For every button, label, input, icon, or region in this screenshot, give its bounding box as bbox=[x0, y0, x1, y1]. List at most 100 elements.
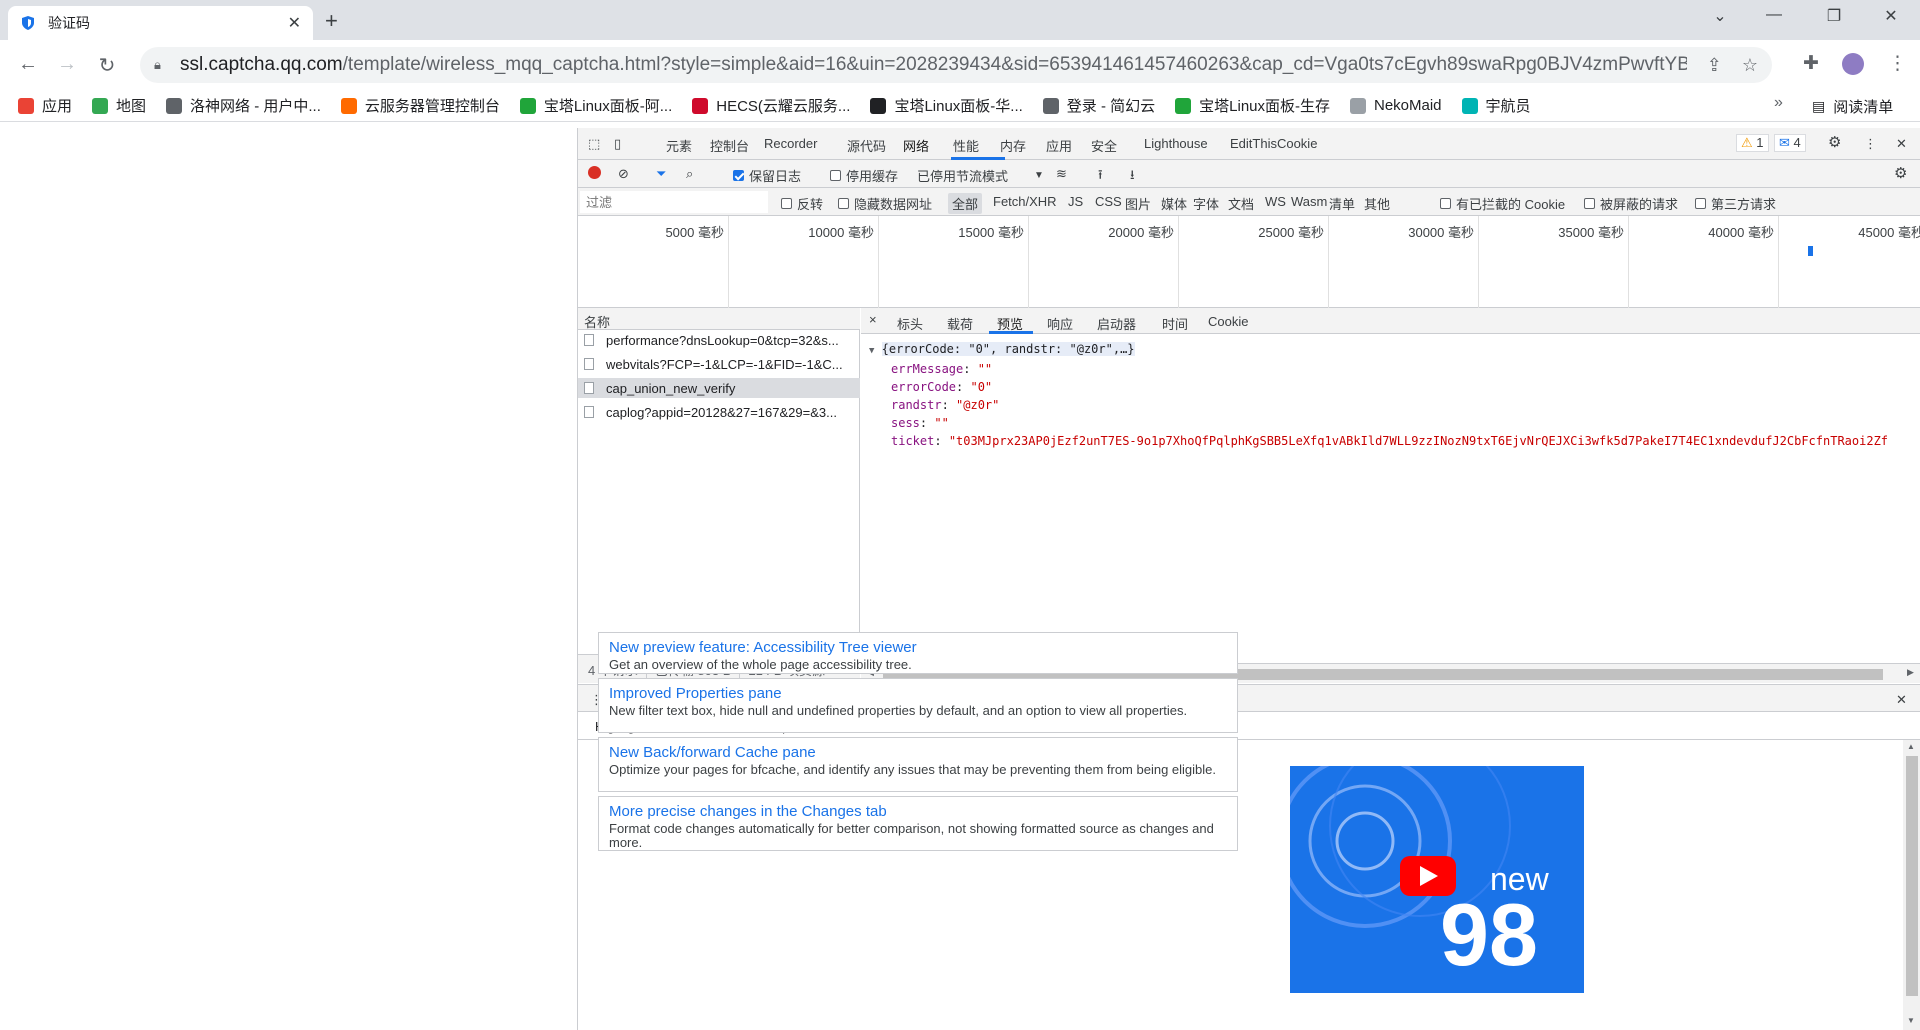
devtools-tab-5[interactable]: 性能 bbox=[953, 136, 979, 155]
json-field-row[interactable]: sess: "" bbox=[869, 414, 1888, 432]
filter-icon[interactable]: ⏷ bbox=[656, 166, 666, 182]
type-filter-2[interactable]: JS bbox=[1068, 194, 1083, 209]
name-column-header[interactable]: 名称 bbox=[578, 308, 860, 330]
detail-tab-3[interactable]: 响应 bbox=[1047, 314, 1073, 333]
vertical-scrollbar-thumb[interactable] bbox=[1906, 756, 1918, 996]
type-filter-11[interactable]: 其他 bbox=[1364, 194, 1390, 213]
bookmark-8[interactable]: 宝塔Linux面板-生存 bbox=[1175, 95, 1330, 116]
network-conditions-icon[interactable]: ≋ bbox=[1056, 166, 1067, 182]
json-summary-row[interactable]: ▼ {errorCode: "0", randstr: "@z0r",…} bbox=[869, 340, 1888, 360]
detail-tab-0[interactable]: 标头 bbox=[897, 314, 923, 333]
export-har-icon[interactable]: ⭳ bbox=[1130, 166, 1135, 188]
card-title-link[interactable]: More precise changes in the Changes tab bbox=[609, 803, 1227, 820]
devtools-tab-1[interactable]: 控制台 bbox=[710, 136, 749, 155]
json-field-row[interactable]: errMessage: "" bbox=[869, 360, 1888, 378]
bookmark-9[interactable]: NekoMaid bbox=[1350, 95, 1442, 116]
share-icon[interactable]: ⇪ bbox=[1707, 55, 1722, 76]
search-icon[interactable]: ⌕ bbox=[686, 166, 693, 182]
network-settings-icon[interactable]: ⚙ bbox=[1894, 164, 1907, 182]
request-row[interactable]: cap_union_new_verify bbox=[578, 378, 860, 398]
card-title-link[interactable]: Improved Properties pane bbox=[609, 685, 1227, 702]
lock-icon[interactable]: 🔒︎ bbox=[154, 57, 168, 73]
type-filter-7[interactable]: 文档 bbox=[1228, 194, 1254, 213]
bookmark-4[interactable]: 宝塔Linux面板-阿... bbox=[519, 95, 672, 116]
bookmark-7[interactable]: 登录 - 简幻云 bbox=[1042, 95, 1155, 116]
type-filter-0[interactable]: 全部 bbox=[948, 193, 983, 214]
warnings-badge[interactable]: ⚠ 1 bbox=[1736, 134, 1769, 152]
whats-new-card[interactable]: New Back/forward Cache pane Optimize your… bbox=[598, 737, 1238, 792]
type-filter-4[interactable]: 图片 bbox=[1125, 194, 1151, 213]
clear-icon[interactable]: ⊘ bbox=[618, 166, 629, 182]
import-har-icon[interactable]: ⭱ bbox=[1098, 166, 1103, 188]
back-icon[interactable]: ← bbox=[16, 53, 40, 76]
preserve-log-checkbox[interactable]: 保留日志 bbox=[733, 166, 801, 185]
profile-avatar[interactable] bbox=[1842, 53, 1864, 75]
blocked-requests-checkbox[interactable]: 被屏蔽的请求 bbox=[1584, 194, 1678, 213]
detail-close-icon[interactable]: × bbox=[869, 312, 877, 327]
request-row[interactable]: caplog?appid=20128&27=167&29=&3... bbox=[578, 402, 860, 422]
devtools-tab-4[interactable]: 网络 bbox=[903, 136, 929, 155]
bookmark-3[interactable]: 云服务器管理控制台 bbox=[340, 95, 500, 116]
minimize-icon[interactable]: — bbox=[1759, 6, 1789, 24]
forward-icon[interactable]: → bbox=[55, 53, 79, 76]
devtools-close-icon[interactable]: ✕ bbox=[1896, 136, 1907, 152]
blocked-cookies-checkbox[interactable]: 有已拦截的 Cookie bbox=[1440, 194, 1565, 213]
type-filter-1[interactable]: Fetch/XHR bbox=[993, 194, 1057, 209]
drawer-close-icon[interactable]: ✕ bbox=[1896, 692, 1907, 708]
bookmark-star-icon[interactable]: ☆ bbox=[1742, 55, 1758, 76]
type-filter-9[interactable]: Wasm bbox=[1291, 194, 1327, 209]
tab-search-icon[interactable]: ⌄ bbox=[1705, 6, 1735, 26]
expand-triangle-icon[interactable]: ▼ bbox=[869, 346, 874, 356]
devtools-tab-0[interactable]: 元素 bbox=[666, 136, 692, 155]
new-tab-icon[interactable]: + bbox=[325, 8, 338, 34]
reload-icon[interactable]: ↻ bbox=[95, 53, 119, 78]
bookmarks-overflow-icon[interactable]: » bbox=[1774, 94, 1783, 112]
devtools-tab-9[interactable]: Lighthouse bbox=[1144, 136, 1208, 151]
bookmark-6[interactable]: 宝塔Linux面板-华... bbox=[870, 95, 1023, 116]
json-field-row[interactable]: randstr: "@z0r" bbox=[869, 396, 1888, 414]
inspect-element-icon[interactable]: ⬚ bbox=[588, 136, 600, 152]
detail-tab-4[interactable]: 启动器 bbox=[1097, 314, 1136, 333]
hide-data-urls-checkbox[interactable]: 隐藏数据网址 bbox=[838, 194, 932, 213]
tab-close-icon[interactable]: ✕ bbox=[288, 13, 301, 33]
bookmark-0[interactable]: 应用 bbox=[18, 95, 72, 116]
json-field-row[interactable]: errorCode: "0" bbox=[869, 378, 1888, 396]
whats-new-card[interactable]: More precise changes in the Changes tab F… bbox=[598, 796, 1238, 851]
messages-badge[interactable]: ✉ 4 bbox=[1774, 134, 1806, 152]
devtools-tab-2[interactable]: Recorder bbox=[764, 136, 817, 151]
extensions-icon[interactable]: ✚ bbox=[1803, 52, 1819, 75]
settings-gear-icon[interactable]: ⚙ bbox=[1828, 133, 1841, 151]
filter-input[interactable] bbox=[580, 191, 768, 213]
bookmark-2[interactable]: 洛神网络 - 用户中... bbox=[166, 95, 321, 116]
menu-kebab-icon[interactable]: ⋮ bbox=[1888, 52, 1907, 75]
third-party-checkbox[interactable]: 第三方请求 bbox=[1695, 194, 1776, 213]
vertical-scrollbar[interactable]: ▲ ▼ bbox=[1903, 740, 1920, 1030]
detail-tab-1[interactable]: 载荷 bbox=[947, 314, 973, 333]
url-text[interactable]: ssl.captcha.qq.com/template/wireless_mqq… bbox=[180, 54, 1687, 76]
bookmark-10[interactable]: 宇航员 bbox=[1461, 95, 1531, 116]
invert-checkbox[interactable]: 反转 bbox=[781, 194, 823, 213]
network-overview-timeline[interactable]: 5000 毫秒 10000 毫秒 15000 毫秒 20000 毫秒 25000 毫秒 3… bbox=[578, 216, 1920, 308]
devtools-menu-icon[interactable]: ⋮ bbox=[1864, 136, 1877, 152]
chrome-98-video-thumbnail[interactable]: new 98 bbox=[1290, 766, 1584, 993]
disable-cache-checkbox[interactable]: 停用缓存 bbox=[830, 166, 898, 185]
type-filter-6[interactable]: 字体 bbox=[1193, 194, 1219, 213]
devtools-tab-3[interactable]: 源代码 bbox=[847, 136, 886, 155]
whats-new-card[interactable]: Improved Properties pane New filter text … bbox=[598, 678, 1238, 733]
devtools-tab-6[interactable]: 内存 bbox=[1000, 136, 1026, 155]
card-title-link[interactable]: New preview feature: Accessibility Tree … bbox=[609, 639, 1227, 656]
detail-tab-6[interactable]: Cookie bbox=[1208, 314, 1248, 329]
detail-tab-5[interactable]: 时间 bbox=[1162, 314, 1188, 333]
record-icon[interactable] bbox=[588, 166, 601, 179]
request-row[interactable]: performance?dnsLookup=0&tcp=32&s... bbox=[578, 330, 860, 350]
type-filter-8[interactable]: WS bbox=[1265, 194, 1286, 209]
type-filter-10[interactable]: 清单 bbox=[1329, 194, 1355, 213]
whats-new-card[interactable]: New preview feature: Accessibility Tree … bbox=[598, 632, 1238, 674]
devtools-tab-8[interactable]: 安全 bbox=[1091, 136, 1117, 155]
devtools-tab-7[interactable]: 应用 bbox=[1046, 136, 1072, 155]
card-title-link[interactable]: New Back/forward Cache pane bbox=[609, 744, 1227, 761]
json-field-row[interactable]: ticket: "t03MJprx23AP0jEzf2unT7ES-9o1p7X… bbox=[869, 432, 1888, 450]
reading-list-button[interactable]: ▤ 阅读清单 bbox=[1812, 96, 1893, 117]
request-row[interactable]: webvitals?FCP=-1&LCP=-1&FID=-1&C... bbox=[578, 354, 860, 374]
address-bar[interactable]: 🔒︎ ssl.captcha.qq.com/template/wireless_… bbox=[140, 47, 1772, 83]
